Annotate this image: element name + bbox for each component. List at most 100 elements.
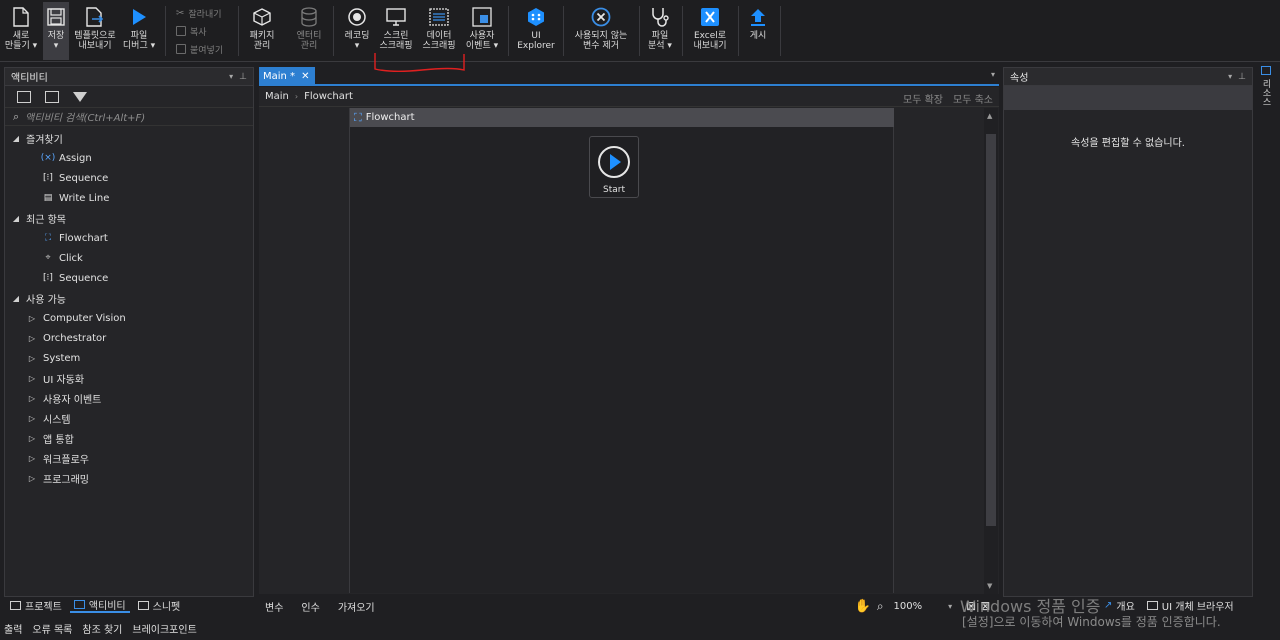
breadcrumb-item[interactable]: Flowchart xyxy=(304,91,353,102)
tree-item-label: Sequence xyxy=(59,172,109,184)
tree-section-favorites[interactable]: ◢ 즐겨찾기 xyxy=(5,128,253,148)
dropdown-icon[interactable]: ▾ xyxy=(229,72,233,81)
scroll-up-icon[interactable]: ▲ xyxy=(987,112,992,120)
tree-item-label: Write Line xyxy=(59,192,110,204)
activities-search-box[interactable]: ⌕ 액티비티 검색(Ctrl+Alt+F) xyxy=(5,108,253,126)
vertical-scrollbar[interactable]: ▲ ▼ xyxy=(984,108,998,594)
tree-category[interactable]: ▷ 프로그래밍 xyxy=(5,468,253,488)
cut-button[interactable]: ✂ 잘라내기 xyxy=(176,6,222,20)
tab-breakpoints[interactable]: 브레이크포인트 xyxy=(132,621,196,636)
debug-file-label: 파일 디버그 ▾ xyxy=(122,31,156,51)
cut-label: 잘라내기 xyxy=(188,9,222,20)
scroll-down-icon[interactable]: ▼ xyxy=(987,582,992,590)
tree-category[interactable]: ▷ System xyxy=(5,348,253,368)
tab-error-list[interactable]: 오류 목록 xyxy=(32,621,72,636)
expand-triangle-icon: ▷ xyxy=(28,453,36,463)
collapse-all-icon[interactable] xyxy=(45,90,59,103)
overview-label[interactable]: 개요 xyxy=(1116,598,1134,613)
copy-button[interactable]: 복사 xyxy=(176,24,207,38)
tree-item-sequence[interactable]: [⁝] Sequence xyxy=(5,168,253,188)
windows-activation-message: [설정]으로 이동하여 Windows를 정품 인증합니다. xyxy=(962,615,1221,629)
start-label: Start xyxy=(603,185,625,195)
tab-output[interactable]: 출력 xyxy=(4,621,22,636)
user-events-label: 사용자 이벤트 ▾ xyxy=(465,31,499,51)
export-template-button[interactable]: 템플릿으로 내보내기 xyxy=(72,2,118,60)
tab-imports[interactable]: 가져오기 xyxy=(338,599,375,614)
expand-triangle-icon: ▷ xyxy=(28,433,36,443)
expand-all-link[interactable]: 모두 확장 xyxy=(903,91,943,106)
user-events-button[interactable]: 사용자 이벤트 ▾ xyxy=(462,2,502,60)
tree-item-sequence[interactable]: [⁝] Sequence xyxy=(5,268,253,288)
resources-label: 리소스 xyxy=(1260,79,1271,106)
recording-button[interactable]: 레코딩 ▾ xyxy=(340,2,374,60)
tree-item-assign[interactable]: (×) Assign xyxy=(5,148,253,168)
tree-category[interactable]: ▷ 앱 통합 xyxy=(5,428,253,448)
flowchart-canvas[interactable]: ⛶ Flowchart Start xyxy=(349,108,894,593)
tree-item-click[interactable]: ⌖ Click xyxy=(5,248,253,268)
manage-entities-button[interactable]: 엔터티 관리 xyxy=(292,2,326,60)
remove-unused-variables-button[interactable]: 사용되지 않는 변수 제거 xyxy=(570,2,632,60)
scrollbar-thumb[interactable] xyxy=(986,134,996,526)
tab-snippets[interactable]: 스니펫 xyxy=(134,597,185,613)
tree-category[interactable]: ▷ 시스템 xyxy=(5,408,253,428)
folder-icon xyxy=(10,600,21,610)
tab-label: 프로젝트 xyxy=(25,601,62,613)
sequence-icon: [⁝] xyxy=(43,273,53,283)
resources-side-tab[interactable]: 리소스 xyxy=(1258,66,1274,126)
manage-packages-button[interactable]: 패키지 관리 xyxy=(245,2,279,60)
tab-arguments[interactable]: 인수 xyxy=(301,599,319,614)
resources-icon xyxy=(1261,66,1271,75)
debug-file-button[interactable]: 파일 디버그 ▾ xyxy=(121,2,157,60)
tree-item-label: Flowchart xyxy=(59,232,108,244)
pin-icon[interactable]: ⊥ xyxy=(239,72,247,82)
zoom-level[interactable]: 100% xyxy=(894,601,923,612)
pin-icon[interactable]: ⊥ xyxy=(1238,72,1246,82)
upload-icon xyxy=(747,6,769,28)
breadcrumb-item[interactable]: Main xyxy=(265,91,289,102)
analyze-file-button[interactable]: 파일 분석 ▾ xyxy=(644,2,676,60)
record-icon xyxy=(346,6,368,28)
ribbon-separator xyxy=(639,6,640,56)
tree-section-recent[interactable]: ◢ 최근 항목 xyxy=(5,208,253,228)
tree-category[interactable]: ▷ 워크플로우 xyxy=(5,448,253,468)
filter-icon[interactable] xyxy=(73,91,87,102)
tree-category[interactable]: ▷ UI 자동화 xyxy=(5,368,253,388)
tree-item-write-line[interactable]: ▤ Write Line xyxy=(5,188,253,208)
tab-main[interactable]: Main * ✕ xyxy=(259,67,315,85)
export-excel-button[interactable]: Excel로 내보내기 xyxy=(688,2,732,60)
close-icon[interactable]: ✕ xyxy=(301,71,309,82)
section-label: 사용 가능 xyxy=(26,294,66,306)
start-node[interactable]: Start xyxy=(589,136,639,198)
tree-category[interactable]: ▷ Orchestrator xyxy=(5,328,253,348)
tab-project[interactable]: 프로젝트 xyxy=(6,597,66,613)
flowchart-header[interactable]: ⛶ Flowchart xyxy=(350,108,894,127)
collapse-all-link[interactable]: 모두 축소 xyxy=(953,91,993,106)
ui-explorer-button[interactable]: UI Explorer xyxy=(515,2,557,60)
paste-button[interactable]: 붙여넣기 xyxy=(176,42,223,56)
tree-category[interactable]: ▷ Computer Vision xyxy=(5,308,253,328)
publish-label: 게시 xyxy=(749,31,767,41)
flowchart-icon: ⛶ xyxy=(354,110,362,124)
tree-category-label: System xyxy=(43,352,81,364)
tab-activities[interactable]: 액티비티 xyxy=(69,597,130,613)
overview-icon[interactable]: ↗ xyxy=(1104,600,1112,611)
expand-all-icon[interactable] xyxy=(17,90,31,103)
tab-find-references[interactable]: 참조 찾기 xyxy=(82,621,122,636)
tree-category-label: 사용자 이벤트 xyxy=(43,394,102,406)
tree-section-available[interactable]: ◢ 사용 가능 xyxy=(5,288,253,308)
zoom-dropdown-icon[interactable]: ▾ xyxy=(948,602,952,611)
tree-category[interactable]: ▷ 사용자 이벤트 xyxy=(5,388,253,408)
tab-variables[interactable]: 변수 xyxy=(265,599,283,614)
hand-icon[interactable]: ✋ xyxy=(855,599,871,614)
remove-icon xyxy=(590,6,612,28)
dropdown-icon[interactable]: ▾ xyxy=(1228,72,1232,81)
publish-button[interactable]: 게시 xyxy=(743,2,773,60)
new-button[interactable]: 새로 만들기 ▾ xyxy=(2,2,40,60)
tree-item-flowchart[interactable]: ⛶ Flowchart xyxy=(5,228,253,248)
tabs-dropdown-icon[interactable]: ▾ xyxy=(991,70,995,79)
ui-explorer-icon xyxy=(525,6,547,28)
tree-category-label: 워크플로우 xyxy=(43,454,89,466)
zoom-icon[interactable]: ⌕ xyxy=(877,599,884,614)
save-button[interactable]: 저장 ▾ xyxy=(43,2,69,60)
ui-object-browser-label[interactable]: UI 개체 브라우저 xyxy=(1162,598,1234,613)
